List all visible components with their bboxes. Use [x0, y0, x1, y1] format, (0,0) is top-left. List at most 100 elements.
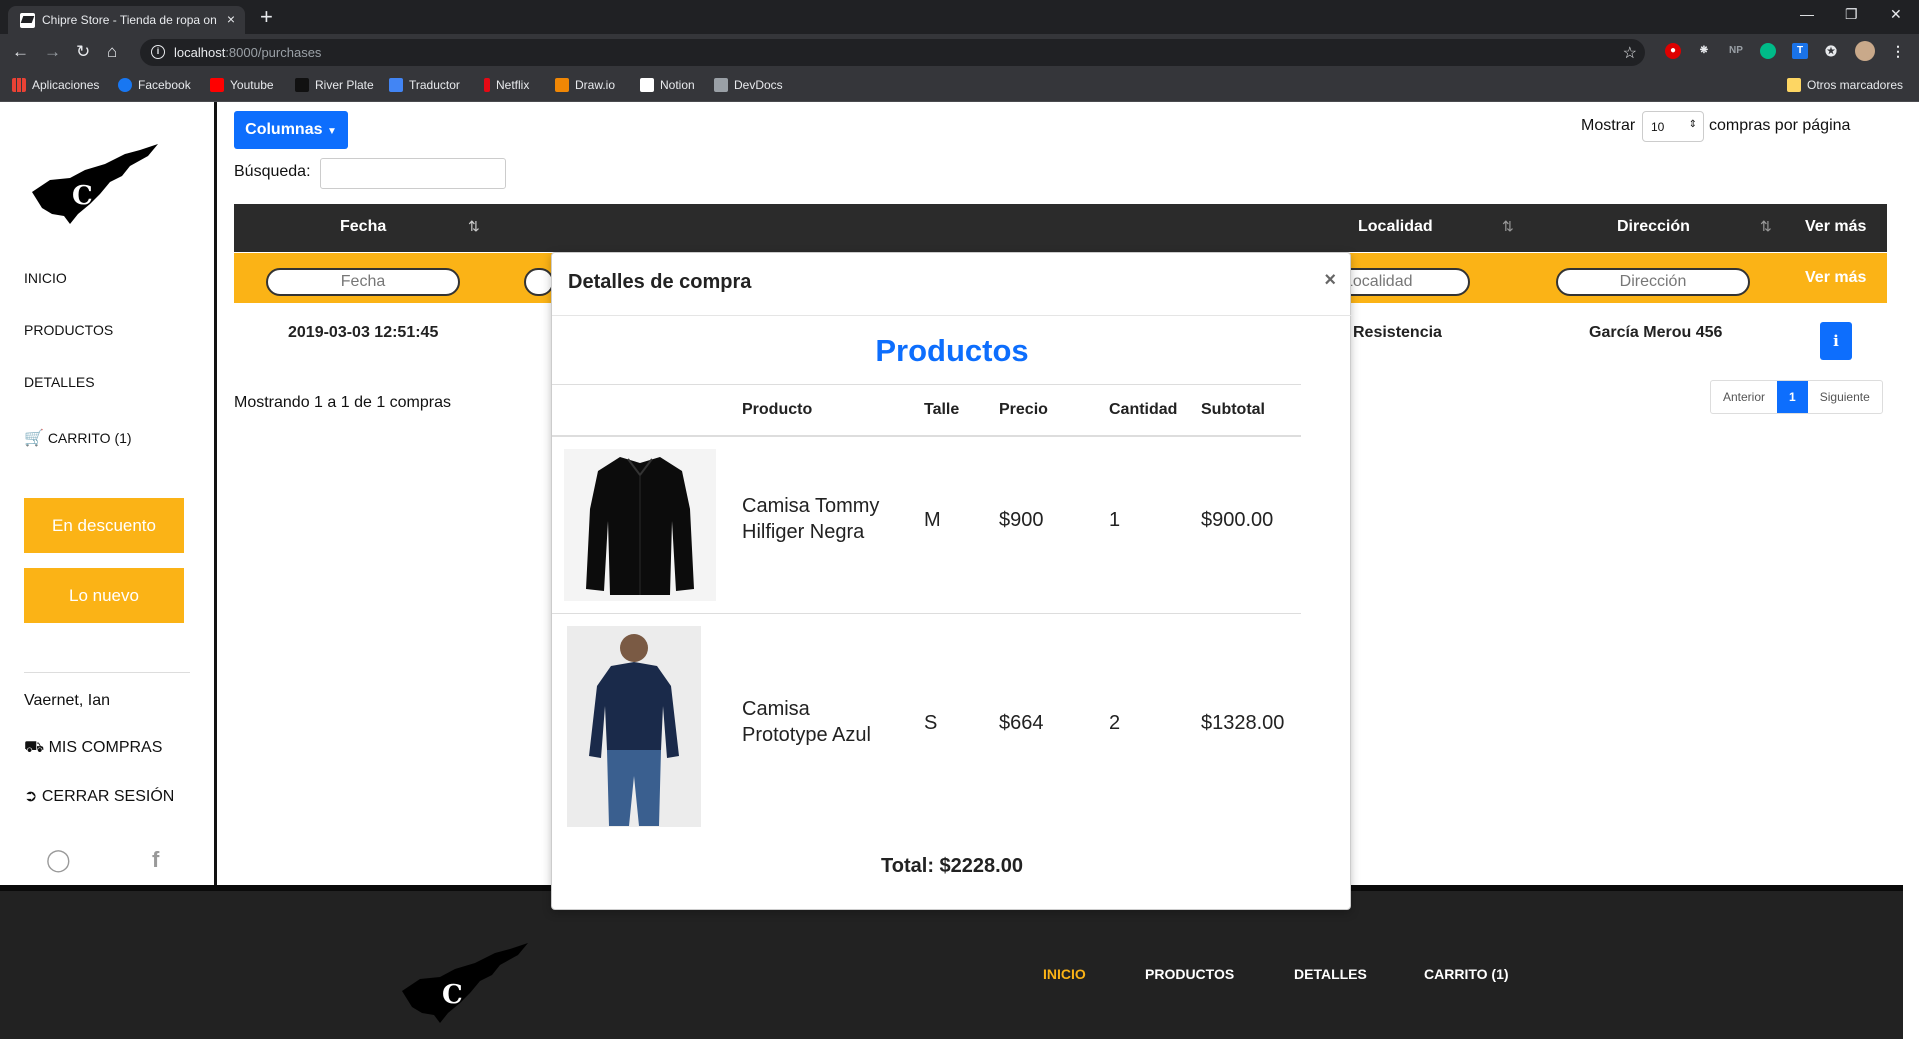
col-subtotal: Subtotal: [1201, 401, 1265, 418]
sort-icon[interactable]: ⇅: [1760, 218, 1772, 235]
window-close-icon[interactable]: ✕: [1890, 6, 1902, 23]
columnas-button[interactable]: Columnas ▼: [234, 111, 348, 149]
bookmark-label: Youtube: [230, 78, 274, 92]
caret-down-icon: ▼: [326, 126, 337, 137]
bookmark-label: Aplicaciones: [32, 78, 100, 92]
bookmark-label: Netflix: [496, 78, 530, 92]
browser-tab[interactable]: Chipre Store - Tienda de ropa on ×: [8, 6, 245, 34]
columnas-label: Columnas: [245, 121, 323, 138]
minimize-icon[interactable]: —: [1800, 6, 1814, 22]
site-info-icon[interactable]: i: [151, 45, 165, 59]
ver-mas-info-button[interactable]: i: [1820, 322, 1852, 360]
per-page-label: compras por página: [1709, 117, 1851, 134]
bookmark-devdocs[interactable]: DevDocs: [714, 78, 783, 92]
en-descuento-button[interactable]: En descuento: [24, 498, 184, 553]
item-precio: $664: [999, 712, 1044, 734]
sort-icon[interactable]: ⇅: [468, 218, 480, 235]
np-extension-icon[interactable]: NP: [1726, 43, 1746, 59]
url-path: :8000/purchases: [225, 45, 322, 60]
t-extension-icon[interactable]: T: [1792, 43, 1808, 59]
cell-direccion: García Merou 456: [1589, 324, 1723, 341]
new-tab-button[interactable]: +: [260, 4, 273, 30]
item-cantidad: 1: [1109, 509, 1121, 531]
column-header-localidad[interactable]: Localidad: [1358, 218, 1433, 236]
bookmark-label: DevDocs: [734, 78, 783, 92]
forward-icon[interactable]: →: [44, 42, 61, 62]
footer-logo[interactable]: C: [400, 941, 530, 1031]
bookmark-label: Traductor: [409, 78, 460, 92]
devdocs-icon: [714, 78, 728, 92]
menu-kebab-icon[interactable]: ⋮: [1890, 43, 1906, 59]
bookmark-traductor[interactable]: Traductor: [389, 78, 460, 92]
modal-close-button[interactable]: ×: [1324, 269, 1336, 292]
facebook-icon[interactable]: f: [152, 847, 159, 873]
order-total: Total: $2228.00: [881, 855, 1023, 877]
store-favicon-icon: [20, 13, 35, 28]
bookmark-notion[interactable]: Notion: [640, 78, 695, 92]
bookmark-river-plate[interactable]: River Plate: [295, 78, 374, 92]
pagination-next[interactable]: Siguiente: [1808, 381, 1882, 413]
pagination-page-1[interactable]: 1: [1777, 381, 1808, 413]
footer-link-detalles[interactable]: DETALLES: [1294, 966, 1367, 982]
address-bar[interactable]: i localhost:8000/purchases ☆: [140, 39, 1645, 66]
footer-link-productos[interactable]: PRODUCTOS: [1145, 966, 1234, 982]
product-image-black-shirt: [564, 449, 716, 601]
filter-localidad-input[interactable]: Localidad: [1334, 268, 1470, 296]
filter-fecha-input[interactable]: Fecha: [266, 268, 460, 296]
sidebar-item-carrito[interactable]: 🛒 CARRITO (1): [24, 428, 132, 448]
col-cantidad: Cantidad: [1109, 401, 1178, 418]
bookmark-label: Notion: [660, 78, 695, 92]
reload-icon[interactable]: ↻: [76, 42, 90, 62]
bookmark-apps[interactable]: Aplicaciones: [12, 78, 99, 92]
column-header-fecha[interactable]: Fecha: [340, 218, 386, 236]
mis-compras-link[interactable]: ⛟ MIS COMPRAS: [24, 738, 162, 758]
sort-icon[interactable]: ⇅: [1502, 218, 1514, 235]
back-icon[interactable]: ←: [12, 42, 29, 62]
extensions-puzzle-icon[interactable]: ✪: [1823, 43, 1839, 59]
folder-icon: [1787, 78, 1801, 92]
cerrar-sesion-link[interactable]: ➲ CERRAR SESIÓN: [24, 786, 174, 806]
bookmark-netflix[interactable]: Netflix: [484, 78, 529, 92]
filter-hidden-input[interactable]: [524, 268, 554, 296]
pagination-previous[interactable]: Anterior: [1711, 381, 1777, 413]
youtube-icon: [210, 78, 224, 92]
page-size-select[interactable]: 10 ⇕: [1642, 111, 1704, 142]
green-extension-icon[interactable]: [1760, 43, 1776, 59]
react-extension-icon[interactable]: ❋: [1696, 43, 1712, 59]
search-input[interactable]: [320, 158, 506, 189]
tab-title: Chipre Store - Tienda de ropa on: [42, 13, 217, 27]
lo-nuevo-button[interactable]: Lo nuevo: [24, 568, 184, 623]
restore-icon[interactable]: ❐: [1845, 6, 1858, 23]
sidebar: C INICIO PRODUCTOS DETALLES 🛒 CARRITO (1…: [0, 102, 217, 885]
select-caret-icon: ⇕: [1688, 119, 1697, 130]
bookmark-label: Otros marcadores: [1807, 78, 1904, 92]
bookmark-star-icon[interactable]: ☆: [1623, 43, 1637, 63]
profile-avatar[interactable]: [1855, 41, 1875, 61]
filter-ver-mas: Ver más: [1805, 269, 1867, 286]
tab-close-icon[interactable]: ×: [227, 11, 235, 27]
table-header: Fecha ⇅ Localidad ⇅ Dirección ⇅ Ver más: [234, 204, 1887, 252]
column-header-direccion[interactable]: Dirección: [1617, 218, 1690, 236]
notion-icon: [640, 78, 654, 92]
bookmark-drawio[interactable]: Draw.io: [555, 78, 615, 92]
table-divider: [552, 384, 1301, 385]
footer-link-carrito[interactable]: CARRITO (1): [1424, 966, 1509, 982]
svg-text:C: C: [442, 980, 463, 1010]
bookmark-youtube[interactable]: Youtube: [210, 78, 274, 92]
bookmark-other[interactable]: Otros marcadores: [1787, 78, 1903, 92]
store-logo[interactable]: C: [30, 142, 160, 232]
instagram-icon[interactable]: ◯: [46, 847, 71, 873]
bookmark-facebook[interactable]: Facebook: [118, 78, 191, 92]
col-producto: Producto: [742, 401, 813, 418]
products-heading: Productos: [875, 333, 1029, 368]
filter-direccion-input[interactable]: Dirección: [1556, 268, 1750, 296]
footer-link-inicio[interactable]: INICIO: [1043, 966, 1086, 982]
sidebar-item-productos[interactable]: PRODUCTOS: [24, 322, 113, 338]
bookmark-label: Facebook: [138, 78, 191, 92]
drawio-icon: [555, 78, 569, 92]
home-icon[interactable]: ⌂: [107, 42, 117, 62]
sidebar-item-inicio[interactable]: INICIO: [24, 270, 67, 286]
sidebar-item-detalles[interactable]: DETALLES: [24, 374, 95, 390]
adblock-extension-icon[interactable]: ●: [1665, 43, 1681, 59]
search-label: Búsqueda:: [234, 163, 311, 180]
